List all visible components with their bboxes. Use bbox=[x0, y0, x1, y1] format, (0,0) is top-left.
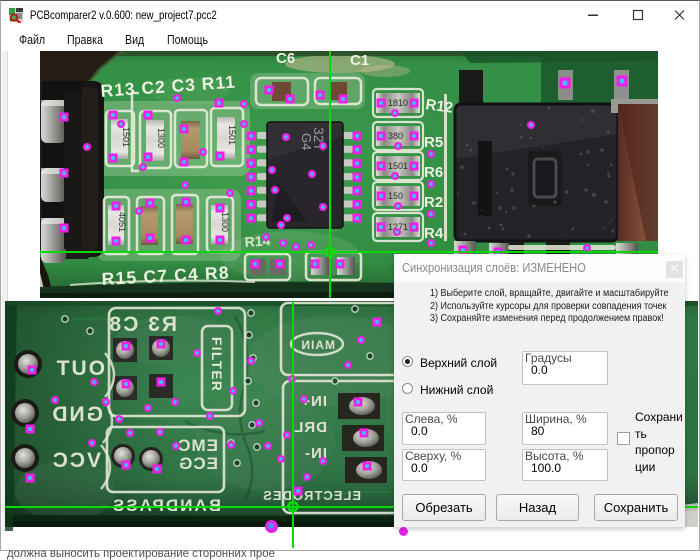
svg-text:ECG: ECG bbox=[178, 454, 218, 473]
svg-text:OUT: OUT bbox=[55, 357, 105, 380]
svg-text:R3 C8: R3 C8 bbox=[107, 313, 177, 336]
svg-text:R5: R5 bbox=[424, 134, 443, 151]
svg-text:4051: 4051 bbox=[117, 212, 127, 232]
svg-text:1810: 1810 bbox=[388, 98, 408, 108]
svg-text:VCC: VCC bbox=[51, 449, 101, 472]
svg-text:1501: 1501 bbox=[227, 125, 237, 145]
svg-text:R6: R6 bbox=[424, 164, 443, 181]
svg-text:C6: C6 bbox=[276, 51, 295, 67]
svg-text:FILTER: FILTER bbox=[209, 337, 224, 392]
svg-text:R2: R2 bbox=[424, 194, 443, 211]
svg-text:C1: C1 bbox=[350, 52, 369, 69]
svg-text:R4: R4 bbox=[424, 225, 444, 242]
svg-text:ELECTRODES: ELECTRODES bbox=[262, 488, 361, 503]
svg-text:150: 150 bbox=[388, 191, 403, 201]
svg-text:MAIN: MAIN bbox=[300, 338, 335, 352]
svg-text:1501: 1501 bbox=[388, 161, 408, 171]
svg-text:EMC: EMC bbox=[177, 436, 218, 455]
svg-text:1300: 1300 bbox=[156, 128, 166, 148]
svg-text:1300: 1300 bbox=[220, 212, 230, 232]
svg-text:GND: GND bbox=[50, 403, 103, 426]
svg-text:1501: 1501 bbox=[121, 127, 131, 147]
svg-text:380: 380 bbox=[388, 131, 403, 141]
svg-text:DRL: DRL bbox=[293, 419, 327, 436]
